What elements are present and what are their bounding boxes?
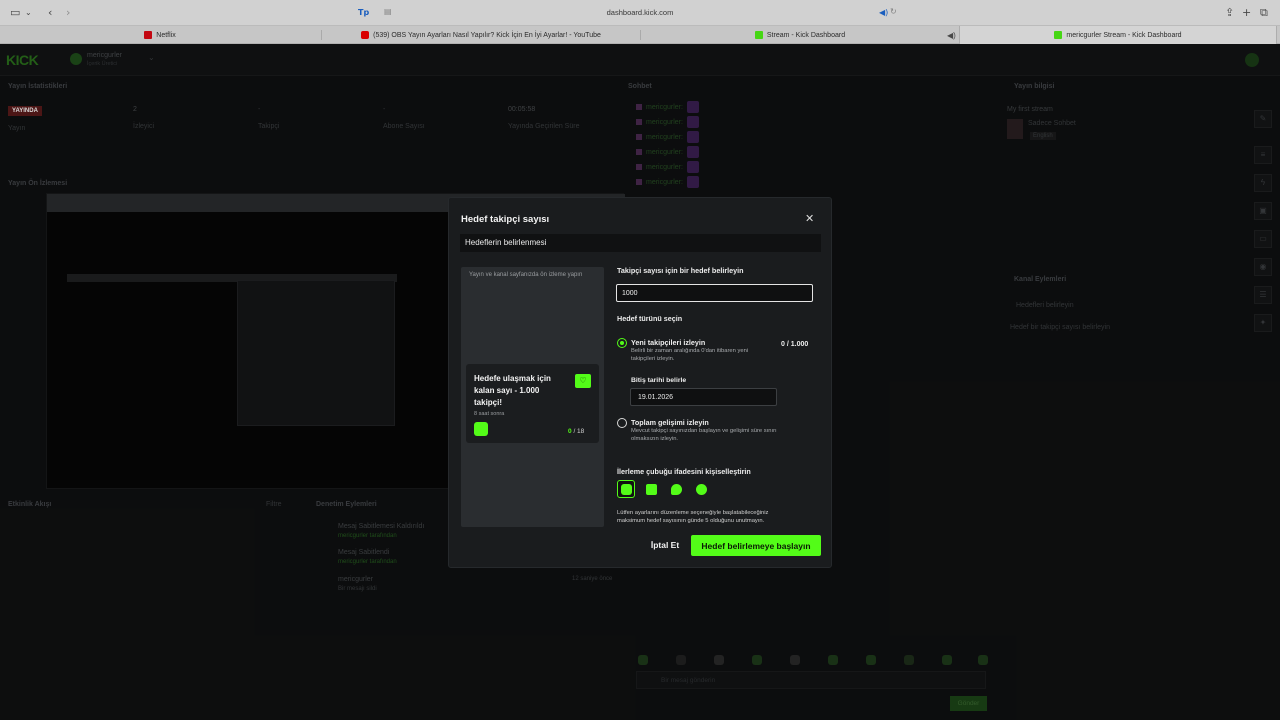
goal-card-progress: 0 / 18 [568,428,585,435]
rocket-emote-icon [474,422,488,436]
goal-limit-note: Lütfen ayarlarını düzenleme seçeneğiyle … [617,510,769,524]
start-goal-button[interactable]: Hedef belirlemeye başlayın [691,535,821,556]
chat-emote-icon[interactable] [668,481,684,497]
style-label: İlerleme çubuğu ifadesini kişiselleştiri… [617,467,751,476]
goal-preview-card: Hedefe ulaşmak için kalan sayı - 1.000 t… [466,364,599,443]
total-progress-radio[interactable] [617,418,627,428]
option-new-desc: Belirli bir zaman aralığında 0'dan itiba… [631,348,749,362]
new-followers-radio[interactable] [617,338,627,348]
goal-preview: Yayın ve kanal sayfanızda ön izleme yapı… [461,267,604,527]
end-date-input[interactable] [630,388,777,406]
option-new-counter: 0 / 1.000 [781,341,809,348]
section-title: Hedeflerin belirlenmesi [465,238,547,247]
goal-type-label: Hedef türünü seçin [617,314,683,323]
section-header: Hedeflerin belirlenmesi [460,234,821,252]
option-total-title: Toplam gelişimi izleyin [631,418,709,427]
modal-title: Hedef takipçi sayısı [461,214,550,225]
close-icon[interactable]: ✕ [805,212,814,225]
goal-modal: Hedef takipçi sayısı ✕ Hedeflerin belirl… [448,197,832,568]
goal-count-input[interactable] [616,284,813,302]
option-new-title: Yeni takipçileri izleyin [631,338,706,347]
goal-input-label: Takipçi sayısı için bir hedef belirleyin [617,266,744,275]
goal-card-time: 8 saat sonra [474,411,505,417]
preview-hint: Yayın ve kanal sayfanızda ön izleme yapı… [469,272,583,278]
heart-icon: ♡ [575,374,591,388]
smile-emote-icon[interactable] [643,481,659,497]
cancel-button[interactable]: İptal Et [647,538,683,552]
heart-emote-icon[interactable] [693,481,709,497]
goal-card-title: Hedefe ulaşmak için kalan sayı - 1.000 t… [474,374,551,407]
end-date-label: Bitiş tarihi belirle [631,377,687,384]
option-total-desc: Mevcut takipçi sayınızdan başlayın ve ge… [631,428,777,442]
rocket-emote-icon[interactable] [617,480,635,498]
